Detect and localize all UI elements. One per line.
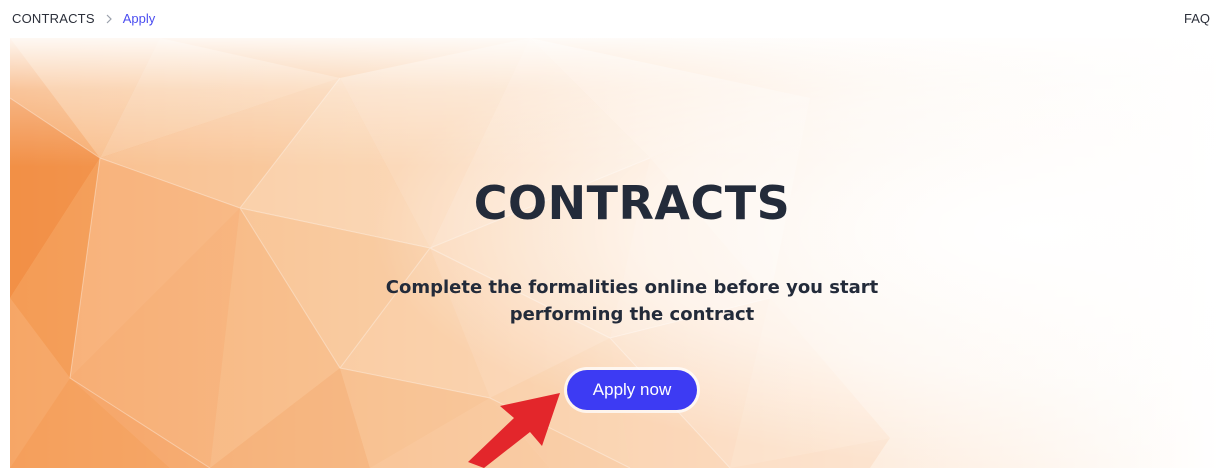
hero-content: CONTRACTS Complete the formalities onlin… xyxy=(10,38,1220,468)
top-bar: CONTRACTS Apply FAQ xyxy=(0,0,1220,38)
hero-subtitle: Complete the formalities online before y… xyxy=(385,277,879,325)
page-title: CONTRACTS xyxy=(473,176,791,230)
faq-link[interactable]: FAQ xyxy=(1184,11,1210,27)
breadcrumb-item-apply: Apply xyxy=(122,11,156,26)
hero-banner: CONTRACTS Complete the formalities onlin… xyxy=(10,38,1220,468)
breadcrumb: CONTRACTS Apply xyxy=(12,11,155,27)
apply-now-button[interactable]: Apply now xyxy=(567,370,697,410)
breadcrumb-item-contracts[interactable]: CONTRACTS xyxy=(12,11,95,27)
chevron-right-icon xyxy=(103,11,115,27)
red-arrow-icon xyxy=(468,393,560,468)
